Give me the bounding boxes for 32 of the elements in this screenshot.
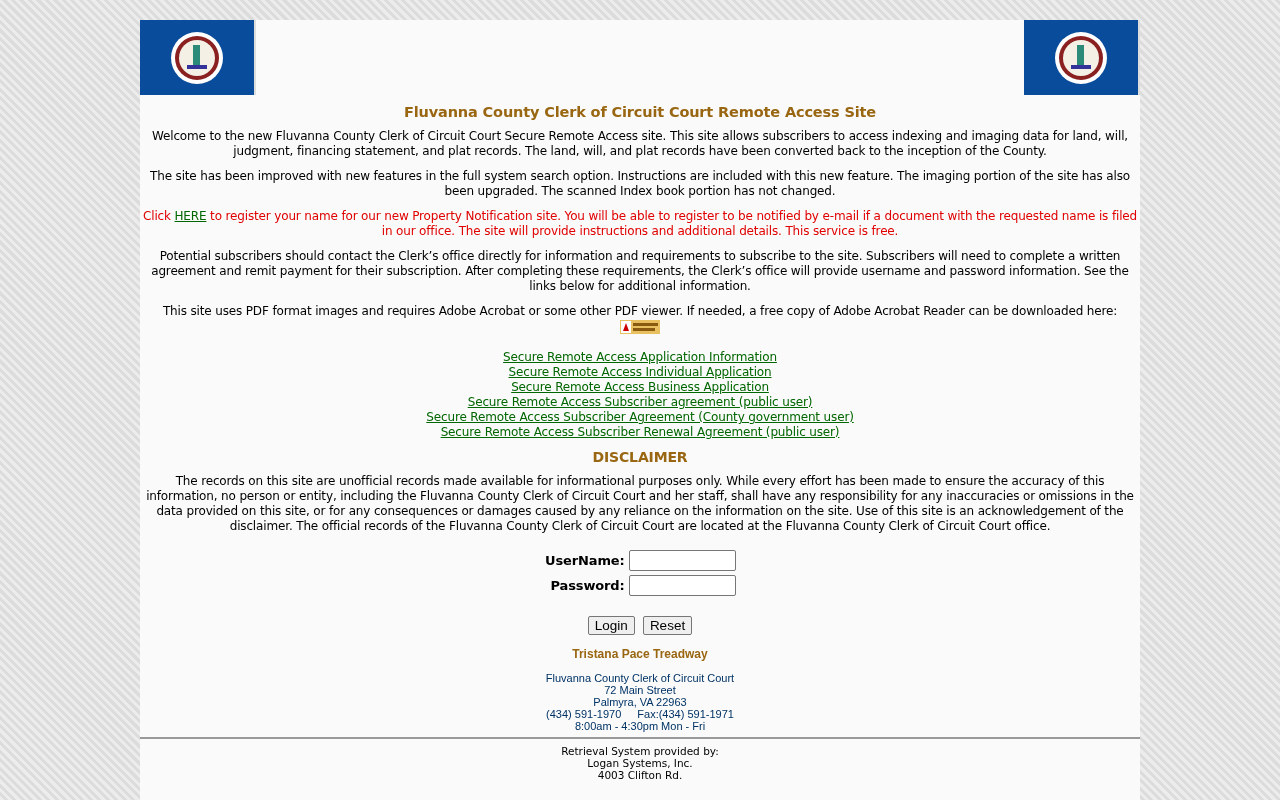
disclaimer-text: The records on this site are unofficial records made available for informational purposes only. While every effort has been made to ensure the accuracy of this information, no person or entity, including the Fluvanna County Clerk of Circuit Court and her staff, shall have any responsibility for any inaccuracies or omissions in the data provided on this site, or for any consequences or damages caused by any reliance on the information on the site. Use of this site is an acknowledgement of the disclaimer. The official records of the Fluvanna County Clerk of Circuit Court are located at the Fluvanna County Clerk of Circuit Court office. [145, 474, 1135, 534]
fax-number: Fax:(434) 591-1971 [637, 708, 734, 720]
clerk-name: Tristana Pace Treadway [571, 647, 709, 662]
notice-text: Click HERE to register your name for our new Property Notification site. You will be able to register to be notified by e-mail if a document with the requested name is filed in our office. The site will provide instructions and additional details. This service is free. [141, 209, 1139, 239]
document-link[interactable]: Secure Remote Access Application Information [503, 350, 777, 364]
field-label: Password: [549, 578, 625, 593]
username-field[interactable] [628, 550, 736, 571]
here-link[interactable]: HERE [174, 209, 207, 223]
address-line: Palmyra, VA 22963 [592, 696, 688, 708]
office-hours: 8:00am - 4:30pm Mon - Fri [573, 720, 707, 732]
document-link[interactable]: Secure Remote Access Subscriber Agreement (County government user) [426, 410, 854, 424]
document-link[interactable]: Secure Remote Access Subscriber agreement (public user) [467, 395, 813, 409]
password-field[interactable] [628, 575, 736, 596]
paragraph: Potential subscribers should contact the Clerk’s office directly for information and requirements to subscribe to the site. Subscribers will need to complete a written agreement and remit payment for their subscription. After completing these requirements, the Clerk’s office will provide username and password information. See the links below for additional information. [150, 249, 1130, 294]
provider-line: Logan Systems, Inc. [586, 757, 694, 769]
address-line: Fluvanna County Clerk of Circuit Court [544, 672, 736, 684]
field-label: UserName: [544, 553, 625, 568]
acrobat-reader-icon[interactable] [620, 320, 660, 334]
paragraph: Welcome to the new Fluvanna County Clerk of Circuit Court Secure Remote Access site. This site allows subscribers to access indexing and imaging data for land, will, judgment, financing statement, and plat records. The land, will, and plat records have been converted back to the inception of the County. [151, 129, 1129, 159]
document-link[interactable]: Secure Remote Access Individual Application [508, 365, 772, 379]
document-link[interactable]: Secure Remote Access Subscriber Renewal Agreement (public user) [440, 425, 840, 439]
paragraph: This site uses PDF format images and requires Adobe Acrobat or some other PDF viewer. If needed, a free copy of Adobe Acrobat Reader can be downloaded here: [161, 304, 1119, 319]
disclaimer-heading: DISCLAIMER [591, 450, 689, 465]
reset-button[interactable]: Reset [642, 616, 693, 635]
login-button[interactable]: Login [587, 616, 635, 635]
phone-number: (434) 591-1970 [546, 708, 622, 720]
paragraph: The site has been improved with new features in the full system search option. Instructions are included with this new feature. The imaging portion of the site has also been upgraded. The scanned Index book portion has not changed. [149, 169, 1131, 199]
document-link[interactable]: Secure Remote Access Business Application [511, 380, 769, 394]
page-title: Fluvanna County Clerk of Circuit Court Remote Access Site [403, 105, 877, 120]
provider-line: 4003 Clifton Rd. [596, 769, 684, 781]
address-line: 72 Main Street [603, 684, 677, 696]
provider-line: Retrieval System provided by: [560, 745, 720, 757]
